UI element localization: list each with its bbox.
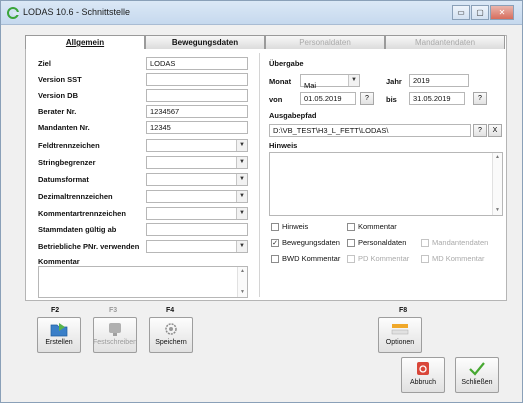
stammdaten-label: Stammdaten gültig ab [38,225,117,234]
f3-key-label: F3 [109,307,118,314]
jahr-field[interactable]: 2019 [409,74,469,87]
mandanten-label: Mandanten Nr. [38,123,90,132]
close-icon[interactable]: ✕ [490,5,514,20]
schliessen-button[interactable]: Schließen [455,357,499,393]
maximize-icon[interactable]: ▢ [471,5,489,20]
chevron-down-icon[interactable]: ▼ [236,140,247,151]
f2-key-label: F2 [51,307,60,314]
feldtrenn-label: Feldtrennzeichen [38,141,100,150]
version-sst-label: Version SST [38,75,82,84]
version-db-label: Version DB [38,91,79,100]
betrieblich-select[interactable]: ▼ [146,240,248,253]
feldtrenn-select[interactable]: ▼ [146,139,248,152]
ziel-field[interactable]: LODAS [146,57,248,70]
mandantendaten-checkbox: Mandantendaten [421,238,488,247]
kommentar-scrollbar[interactable]: ▲ ▼ [237,267,247,297]
datumsformat-label: Datumsformat [38,175,89,184]
personaldaten-checkbox[interactable]: Personaldaten [347,238,406,247]
ziel-label: Ziel [38,59,51,68]
hinweis-textarea[interactable]: ▲ ▼ [269,152,503,216]
stringbeg-label: Stringbegrenzer [38,158,96,167]
checkmark-icon [469,362,485,376]
hinweis-scrollbar[interactable]: ▲ ▼ [492,153,502,215]
speichern-button[interactable]: Speichern [149,317,193,353]
monat-label: Monat [269,77,292,86]
app-icon [7,7,19,19]
berater-field[interactable]: 1234567 [146,105,248,118]
column-divider [259,53,260,297]
version-sst-field[interactable] [146,73,248,86]
monat-select[interactable]: Mai ▼ [300,74,360,90]
chevron-down-icon[interactable]: ▼ [236,208,247,219]
berater-label: Berater Nr. [38,107,77,116]
tab-allgemein[interactable]: Allgemein [25,35,145,49]
chevron-down-icon[interactable]: ▼ [236,191,247,202]
stringbeg-select[interactable]: ▼ [146,156,248,169]
bewegungsdaten-checkbox[interactable]: ✓ Bewegungsdaten [271,238,340,247]
dezimal-label: Dezimaltrennzeichen [38,192,113,201]
f4-key-label: F4 [166,307,175,314]
cancel-icon [417,362,429,375]
dezimal-select[interactable]: ▼ [146,190,248,203]
kommentartrenn-select[interactable]: ▼ [146,207,248,220]
gear-save-icon [165,323,177,335]
tab-bar: Allgemein Bewegungsdaten Personaldaten M… [25,35,505,49]
md-kommentar-checkbox: MD Kommentar [421,254,485,263]
stammdaten-field[interactable] [146,223,248,236]
bwd-kommentar-checkbox[interactable]: BWD Kommentar [271,254,340,263]
lock-icon [109,323,121,336]
tab-personaldaten: Personaldaten [265,35,385,49]
datumsformat-select[interactable]: ▼ [146,173,248,186]
bis-field[interactable]: 31.05.2019 [409,92,465,105]
jahr-label: Jahr [386,77,402,86]
mandanten-field[interactable]: 12345 [146,121,248,134]
title-bar: LODAS 10.6 - Schnittstelle ▭ ▢ ✕ [1,1,522,25]
von-label: von [269,95,283,104]
minimize-icon[interactable]: ▭ [452,5,470,20]
ausgabepfad-field[interactable]: D:\VB_TEST\H3_L_FETT\LODAS\ [269,124,471,137]
bis-label: bis [386,95,397,104]
kommentar-textarea[interactable]: ▲ ▼ [38,266,248,298]
kommentar-checkbox[interactable]: Kommentar [347,222,397,231]
hinweis-checkbox[interactable]: Hinweis [271,222,308,231]
kommentartrenn-label: Kommentartrennzeichen [38,209,126,218]
tab-mandantendaten: Mandantendaten [385,35,505,49]
ausgabepfad-clear-button[interactable]: X [488,124,502,137]
hinweis-label: Hinweis [269,141,298,150]
pd-kommentar-checkbox: PD Kommentar [347,254,409,263]
ausgabepfad-label: Ausgabepfad [269,111,317,120]
ausgabepfad-browse-button[interactable]: ? [473,124,487,137]
bis-help-button[interactable]: ? [473,92,487,105]
von-help-button[interactable]: ? [360,92,374,105]
erstellen-button[interactable]: Erstellen [37,317,81,353]
version-db-field[interactable] [146,89,248,102]
options-icon [391,324,409,335]
chevron-down-icon[interactable]: ▼ [348,75,359,86]
uebergabe-heading: Übergabe [269,59,304,68]
betrieblich-label: Betriebliche PNr. verwenden [38,242,140,251]
folder-export-icon [50,323,68,337]
optionen-button[interactable]: Optionen [378,317,422,353]
window-title: LODAS 10.6 - Schnittstelle [23,7,131,17]
chevron-down-icon[interactable]: ▼ [236,174,247,185]
f8-key-label: F8 [399,307,408,314]
kommentar-label: Kommentar [38,257,80,266]
chevron-down-icon[interactable]: ▼ [236,157,247,168]
tab-bewegungsdaten[interactable]: Bewegungsdaten [145,35,265,49]
festschreiben-button: Festschreiben [93,317,137,353]
abbruch-button[interactable]: Abbruch [401,357,445,393]
von-field[interactable]: 01.05.2019 [300,92,356,105]
main-window: LODAS 10.6 - Schnittstelle ▭ ▢ ✕ Allgeme… [0,0,523,403]
chevron-down-icon[interactable]: ▼ [236,241,247,252]
